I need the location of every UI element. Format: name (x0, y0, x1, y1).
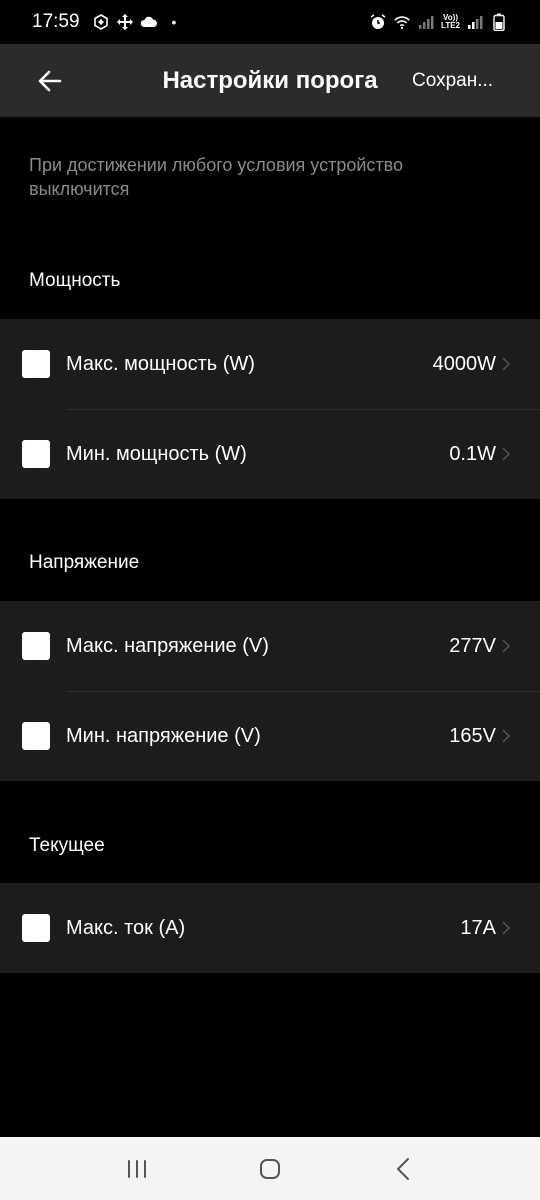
status-dot: • (171, 14, 177, 30)
group-voltage: Макс. напряжение (V) 277V Мин. напряжени… (0, 601, 540, 781)
system-nav-bar (0, 1137, 540, 1200)
row-max-current[interactable]: Макс. ток (A) 17A (0, 883, 540, 973)
row-label: Мин. мощность (W) (66, 442, 247, 465)
row-value: 165V (449, 724, 496, 747)
cloud-icon (140, 13, 158, 31)
checkbox-max-voltage[interactable] (22, 632, 50, 660)
row-max-voltage[interactable]: Макс. напряжение (V) 277V (0, 601, 540, 691)
group-power: Макс. мощность (W) 4000W Мин. мощность (… (0, 319, 540, 499)
screen: 17:59 • Vo)) LTE2 Настройки порога Сохра… (0, 0, 540, 1200)
section-title-current: Текущее (29, 835, 105, 856)
section-title-power: Мощность (29, 270, 121, 291)
chevron-right-icon (500, 638, 512, 654)
back-button[interactable] (22, 53, 78, 109)
signal-icon-1 (417, 13, 435, 31)
checkbox-min-power[interactable] (22, 440, 50, 468)
home-icon (259, 1158, 280, 1179)
checkbox-max-current[interactable] (22, 914, 50, 942)
lte-indicator: Vo)) LTE2 (441, 14, 460, 30)
row-label: Мин. напряжение (V) (66, 724, 261, 747)
chevron-right-icon (500, 446, 512, 462)
row-value: 4000W (432, 352, 496, 375)
arrow-left-icon (38, 70, 62, 91)
save-button[interactable]: Сохран... (412, 70, 496, 92)
group-current: Макс. ток (A) 17A (0, 883, 540, 973)
row-label: Макс. ток (A) (66, 916, 186, 939)
chevron-right-icon (500, 356, 512, 372)
status-icons-left: • (92, 13, 177, 31)
row-label: Макс. мощность (W) (66, 352, 255, 375)
lte-bottom: LTE2 (441, 21, 460, 30)
wifi-icon (393, 13, 411, 31)
row-min-voltage[interactable]: Мин. напряжение (V) 165V (0, 691, 540, 781)
battery-icon (490, 13, 508, 31)
chevron-right-icon (500, 728, 512, 744)
recent-apps-button[interactable] (107, 1145, 167, 1193)
status-right: Vo)) LTE2 (369, 13, 508, 31)
signal-icon (466, 13, 484, 31)
row-value: 17A (460, 916, 496, 939)
chevron-right-icon (500, 920, 512, 936)
hint-text: При достижении любого условия устройство… (29, 155, 404, 199)
status-bar: 17:59 • Vo)) LTE2 (0, 0, 540, 44)
row-max-power[interactable]: Макс. мощность (W) 4000W (0, 319, 540, 409)
back-icon (397, 1157, 410, 1180)
section-title-voltage: Напряжение (29, 552, 140, 573)
row-value: 0.1W (449, 442, 496, 465)
checkbox-min-voltage[interactable] (22, 722, 50, 750)
status-left: 17:59 • (32, 11, 176, 33)
app-bar: Настройки порога Сохран... (0, 44, 540, 117)
alarm-icon (369, 13, 387, 31)
nfc-icon (92, 13, 110, 31)
recent-apps-icon (127, 1159, 146, 1178)
row-min-power[interactable]: Мин. мощность (W) 0.1W (0, 409, 540, 499)
nav-back-button[interactable] (373, 1145, 433, 1193)
row-value: 277V (449, 634, 496, 657)
move-icon (116, 13, 134, 31)
home-button[interactable] (240, 1145, 300, 1193)
checkbox-max-power[interactable] (22, 350, 50, 378)
status-time: 17:59 (32, 11, 80, 32)
row-label: Макс. напряжение (V) (66, 634, 269, 657)
